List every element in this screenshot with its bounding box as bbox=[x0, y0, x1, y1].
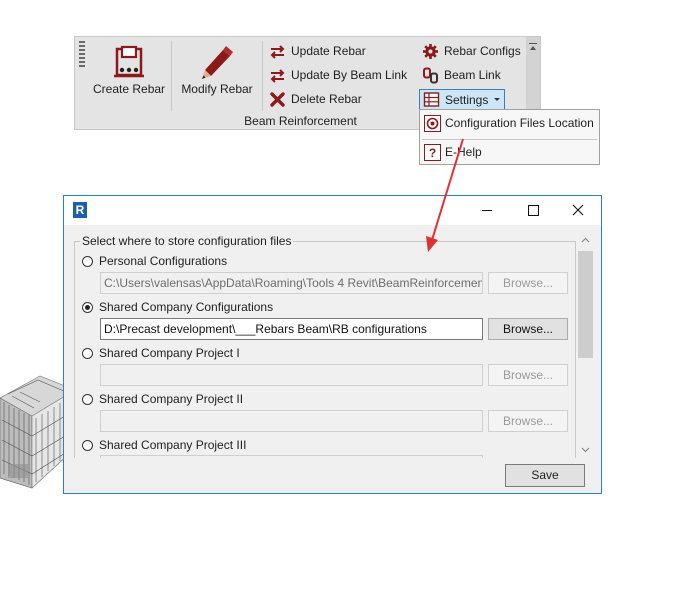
menu-item-configuration-files-location[interactable]: Configuration Files Location bbox=[424, 113, 594, 133]
radio-personal-configurations[interactable]: Personal Configurations bbox=[82, 252, 227, 270]
create-rebar-icon bbox=[114, 45, 144, 78]
close-icon bbox=[572, 204, 584, 216]
ribbon-separator bbox=[262, 41, 263, 111]
options-scrollbar[interactable] bbox=[577, 230, 594, 460]
minimize-icon bbox=[482, 210, 492, 211]
radio-shared-company-project-1[interactable]: Shared Company Project I bbox=[82, 344, 240, 362]
save-button[interactable]: Save bbox=[505, 464, 585, 487]
menu-item-label: E-Help bbox=[445, 145, 482, 159]
project-2-path-field[interactable] bbox=[100, 410, 483, 432]
pencil-icon bbox=[202, 46, 233, 79]
settings-grid-icon bbox=[423, 92, 440, 107]
settings-dropdown-menu: Configuration Files Location ? E-Help bbox=[419, 109, 600, 165]
update-by-beam-link-button[interactable]: Update By Beam Link bbox=[269, 65, 407, 85]
configuration-location-dialog: R Select where to store configuration fi… bbox=[63, 195, 602, 494]
config-location-icon bbox=[424, 114, 441, 132]
beam-link-label: Beam Link bbox=[444, 68, 501, 82]
radio-shared-company-project-2[interactable]: Shared Company Project II bbox=[82, 390, 243, 408]
browse-button-personal[interactable]: Browse... bbox=[488, 272, 568, 294]
update-rebar-button[interactable]: Update Rebar bbox=[269, 41, 366, 61]
chain-link-icon bbox=[423, 67, 438, 83]
help-icon: ? bbox=[424, 143, 441, 161]
minimize-button[interactable] bbox=[464, 196, 510, 225]
update-rebar-label: Update Rebar bbox=[291, 44, 366, 58]
maximize-button[interactable] bbox=[510, 196, 556, 225]
settings-dropdown-button[interactable]: Settings bbox=[419, 89, 506, 110]
rebar-configs-label: Rebar Configs bbox=[444, 44, 521, 58]
create-rebar-button[interactable]: Create Rebar bbox=[93, 41, 165, 105]
group-title: Select where to store configuration file… bbox=[80, 234, 294, 248]
beam-model-3d-view bbox=[0, 375, 70, 489]
maximize-icon bbox=[528, 205, 539, 216]
beam-link-button[interactable]: Beam Link bbox=[422, 65, 501, 85]
project-1-path-field[interactable] bbox=[100, 364, 483, 386]
option-label: Shared Company Project II bbox=[99, 392, 244, 406]
radio-button[interactable] bbox=[82, 393, 93, 405]
panel-grip-handle[interactable] bbox=[79, 41, 85, 67]
rebar-configs-button[interactable]: Rebar Configs bbox=[422, 41, 521, 61]
radio-shared-company-project-3[interactable]: Shared Company Project III bbox=[82, 436, 246, 454]
option-label: Personal Configurations bbox=[99, 254, 228, 268]
browse-button-project-1[interactable]: Browse... bbox=[488, 364, 568, 386]
radio-button[interactable] bbox=[82, 255, 93, 267]
ribbon-separator bbox=[171, 41, 172, 111]
scroll-up-icon[interactable] bbox=[577, 234, 594, 246]
update-arrows-icon bbox=[270, 44, 285, 59]
svg-text:?: ? bbox=[429, 146, 436, 160]
modify-rebar-button[interactable]: Modify Rebar bbox=[177, 41, 257, 105]
browse-button-project-2[interactable]: Browse... bbox=[488, 410, 568, 432]
radio-shared-company-configurations[interactable]: Shared Company Configurations bbox=[82, 298, 273, 316]
gear-icon bbox=[423, 43, 438, 59]
modify-rebar-label: Modify Rebar bbox=[181, 82, 253, 96]
update-by-beam-link-label: Update By Beam Link bbox=[291, 68, 408, 82]
option-label: Shared Company Project III bbox=[99, 438, 247, 452]
chevron-down-icon bbox=[494, 98, 501, 101]
delete-rebar-button[interactable]: Delete Rebar bbox=[269, 89, 362, 109]
create-rebar-label: Create Rebar bbox=[93, 82, 166, 96]
delete-rebar-label: Delete Rebar bbox=[291, 92, 362, 106]
revit-logo-icon: R bbox=[73, 202, 87, 218]
option-label: Shared Company Configurations bbox=[99, 300, 274, 314]
menu-item-label: Configuration Files Location bbox=[445, 116, 594, 130]
radio-button[interactable] bbox=[82, 301, 93, 313]
dialog-titlebar[interactable]: R bbox=[64, 196, 601, 225]
menu-separator bbox=[422, 139, 597, 140]
radio-button[interactable] bbox=[82, 439, 93, 451]
browse-button-shared-company[interactable]: Browse... bbox=[488, 318, 568, 340]
close-button[interactable] bbox=[555, 196, 601, 225]
settings-label: Settings bbox=[445, 92, 489, 107]
option-label: Shared Company Project I bbox=[99, 346, 240, 360]
delete-x-icon bbox=[270, 91, 285, 107]
scrollbar-thumb[interactable] bbox=[578, 251, 593, 358]
personal-path-field[interactable]: C:\Users\valensas\AppData\Roaming\Tools … bbox=[100, 272, 483, 294]
shared-company-path-field[interactable]: D:\Precast development\___Rebars Beam\RB… bbox=[100, 318, 483, 340]
update-link-arrows-icon bbox=[270, 68, 285, 83]
scroll-clip bbox=[74, 458, 577, 462]
menu-item-e-help[interactable]: ? E-Help bbox=[424, 142, 482, 162]
scroll-down-icon[interactable] bbox=[577, 444, 594, 456]
radio-button[interactable] bbox=[82, 347, 93, 359]
